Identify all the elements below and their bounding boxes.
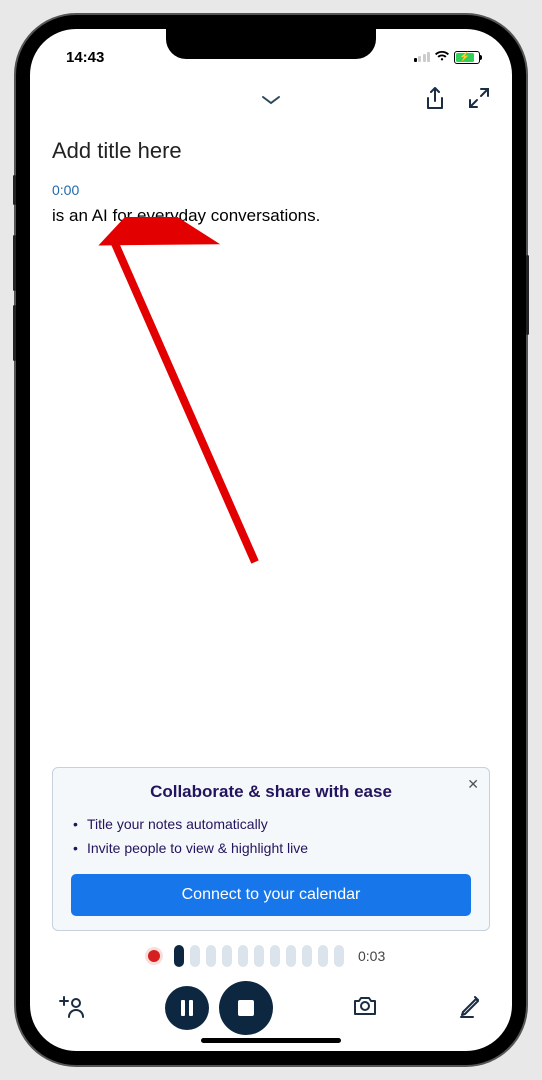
promo-bullet: Title your notes automatically xyxy=(71,812,471,836)
top-nav xyxy=(30,73,512,128)
battery-icon: ⚡ xyxy=(454,51,480,64)
note-title-input[interactable]: Add title here xyxy=(52,138,490,164)
status-time: 14:43 xyxy=(58,49,104,66)
promo-card: ✕ Collaborate & share with ease Title yo… xyxy=(52,767,490,931)
share-icon[interactable] xyxy=(424,87,446,118)
waveform-row: 0:03 xyxy=(30,939,512,973)
recording-indicator-icon xyxy=(148,950,160,962)
notch xyxy=(166,29,376,59)
connect-calendar-button[interactable]: Connect to your calendar xyxy=(71,874,471,916)
main-content: Add title here 0:00 is an AI for everyda… xyxy=(30,128,512,767)
promo-bullet-list: Title your notes automatically Invite pe… xyxy=(71,812,471,860)
recording-elapsed-time: 0:03 xyxy=(358,948,394,964)
volume-down-button xyxy=(13,305,16,361)
close-icon[interactable]: ✕ xyxy=(467,776,479,793)
status-indicators: ⚡ xyxy=(414,49,485,66)
mute-switch xyxy=(13,175,16,205)
highlight-pen-icon[interactable] xyxy=(458,993,484,1024)
waveform-visualizer xyxy=(174,945,344,967)
screen: 14:43 ⚡ xyxy=(30,29,512,1051)
collapse-chevron-icon[interactable] xyxy=(260,93,282,112)
transcript-text: is an AI for everyday conversations. xyxy=(52,204,490,228)
promo-bullet: Invite people to view & highlight live xyxy=(71,836,471,860)
wifi-icon xyxy=(434,49,450,66)
volume-up-button xyxy=(13,235,16,291)
add-person-icon[interactable] xyxy=(58,993,86,1024)
stop-button[interactable] xyxy=(219,981,273,1035)
expand-icon[interactable] xyxy=(468,87,490,118)
promo-title: Collaborate & share with ease xyxy=(71,782,471,802)
home-indicator[interactable] xyxy=(201,1038,341,1043)
pause-button[interactable] xyxy=(165,986,209,1030)
cellular-signal-icon xyxy=(414,52,431,62)
phone-frame: 14:43 ⚡ xyxy=(16,15,526,1065)
power-button xyxy=(526,255,529,335)
transcript-timestamp[interactable]: 0:00 xyxy=(52,182,490,198)
camera-icon[interactable] xyxy=(351,994,379,1023)
